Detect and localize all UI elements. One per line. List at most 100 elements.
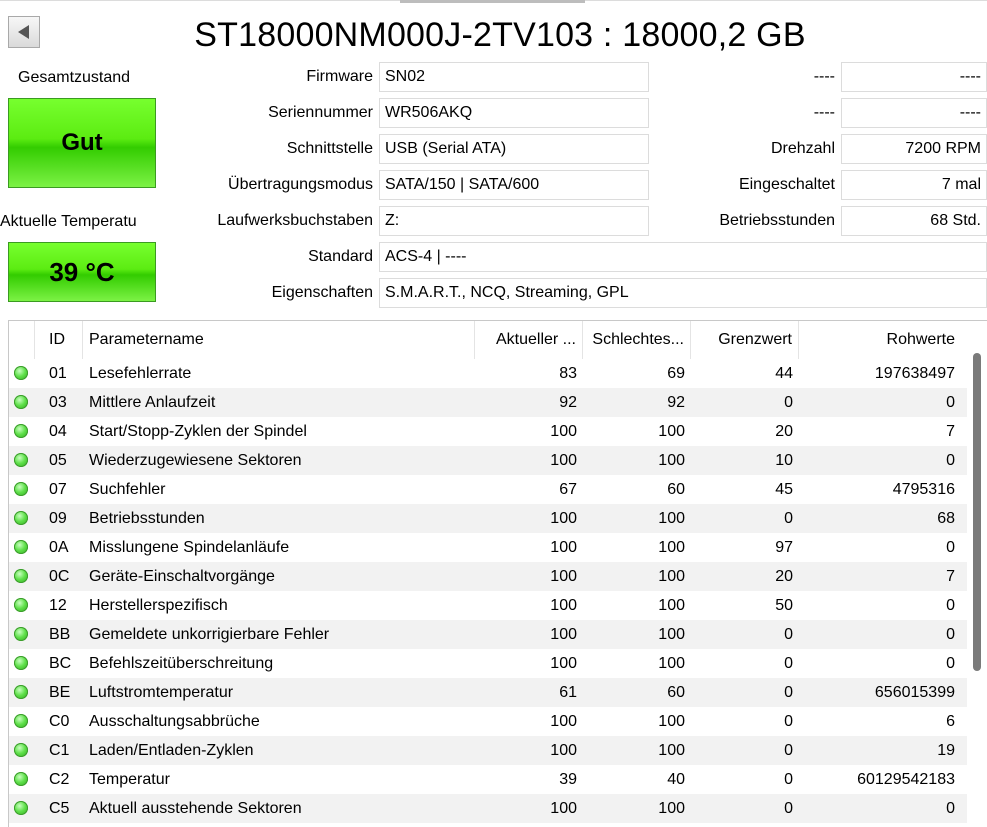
current-value: 67 <box>559 481 577 498</box>
transfer-mode-field: SATA/150 | SATA/600 <box>379 170 649 200</box>
attribute-id: 07 <box>49 481 67 498</box>
temperature-label: Aktuelle Temperatu <box>0 213 137 230</box>
current-value: 100 <box>550 655 577 672</box>
current-value: 100 <box>550 568 577 585</box>
raw-value: 656015399 <box>874 684 955 701</box>
worst-value: 60 <box>667 481 685 498</box>
temperature-badge[interactable]: 39 °C <box>8 242 156 302</box>
active-tab-indicator <box>400 0 585 3</box>
status-column-header[interactable] <box>9 321 35 359</box>
attribute-name: Ausschaltungsabbrüche <box>89 713 260 730</box>
scrollbar-thumb[interactable] <box>973 353 981 671</box>
health-status-badge[interactable]: Gut <box>8 98 156 188</box>
current-value: 100 <box>550 597 577 614</box>
attribute-name: Luftstromtemperatur <box>89 684 234 701</box>
table-row[interactable]: 03 Mittlere Anlaufzeit 92 92 0 0 <box>9 388 967 417</box>
threshold-value: 0 <box>784 800 793 817</box>
unknown-field-2: ---- <box>841 98 987 128</box>
raw-value: 0 <box>946 394 955 411</box>
rpm-field: 7200 RPM <box>841 134 987 164</box>
interface-label: Schnittstelle <box>286 140 373 157</box>
column-header-worst[interactable]: Schlechtes... <box>583 321 691 359</box>
table-row[interactable]: BB Gemeldete unkorrigierbare Fehler 100 100… <box>9 620 967 649</box>
worst-value: 100 <box>658 452 685 469</box>
smart-attributes-table[interactable]: ID Parametername Aktueller ... Schlechte… <box>8 320 987 827</box>
attribute-id: 05 <box>49 452 67 469</box>
attribute-name: Temperatur <box>89 771 170 788</box>
current-value: 100 <box>550 800 577 817</box>
current-value: 100 <box>550 539 577 556</box>
current-value: 92 <box>559 394 577 411</box>
interface-field: USB (Serial ATA) <box>379 134 649 164</box>
threshold-value: 50 <box>775 597 793 614</box>
table-body: 01 Lesefehlerrate 83 69 44 197638497 03 Mittler… <box>9 359 967 823</box>
worst-value: 69 <box>667 365 685 382</box>
threshold-value: 20 <box>775 423 793 440</box>
attribute-name: Wiederzugewiesene Sektoren <box>89 452 302 469</box>
column-header-threshold[interactable]: Grenzwert <box>691 321 799 359</box>
table-row[interactable]: 0A Misslungene Spindelanläufe 100 100 97 0 <box>9 533 967 562</box>
vertical-scrollbar[interactable] <box>967 321 987 827</box>
worst-value: 100 <box>658 539 685 556</box>
column-header-id[interactable]: ID <box>35 321 83 359</box>
table-row[interactable]: C2 Temperatur 39 40 0 60129542183 <box>9 765 967 794</box>
table-row[interactable]: BE Luftstromtemperatur 61 60 0 656015399 <box>9 678 967 707</box>
health-status-value: Gut <box>61 129 103 156</box>
attribute-name: Betriebsstunden <box>89 510 205 527</box>
power-on-count-label: Eingeschaltet <box>738 176 835 193</box>
column-header-name[interactable]: Parametername <box>83 321 475 359</box>
threshold-value: 0 <box>784 655 793 672</box>
power-on-hours-label: Betriebsstunden <box>719 212 835 229</box>
table-row[interactable]: BC Befehlszeitüberschreitung 100 100 0 0 <box>9 649 967 678</box>
current-value: 100 <box>550 423 577 440</box>
threshold-value: 0 <box>784 510 793 527</box>
standard-label: Standard <box>308 248 373 265</box>
attribute-id: 0C <box>49 568 70 585</box>
worst-value: 60 <box>667 684 685 701</box>
standard-field: ACS-4 | ---- <box>379 242 987 272</box>
column-header-current[interactable]: Aktueller ... <box>475 321 583 359</box>
table-row[interactable]: C5 Aktuell ausstehende Sektoren 100 100 0 0 <box>9 794 967 823</box>
threshold-value: 20 <box>775 568 793 585</box>
table-row[interactable]: 01 Lesefehlerrate 83 69 44 197638497 <box>9 359 967 388</box>
firmware-label: Firmware <box>306 68 373 85</box>
threshold-value: 10 <box>775 452 793 469</box>
attribute-name: Misslungene Spindelanläufe <box>89 539 290 556</box>
threshold-value: 0 <box>784 626 793 643</box>
attribute-id: BB <box>49 626 71 643</box>
threshold-value: 0 <box>784 742 793 759</box>
attribute-name: Herstellerspezifisch <box>89 597 228 614</box>
drive-title: ST18000NM000J-2TV103 : 18000,2 GB <box>194 16 806 54</box>
table-row[interactable]: 04 Start/Stopp-Zyklen der Spindel 100 100 20… <box>9 417 967 446</box>
attribute-name: Lesefehlerrate <box>89 365 192 382</box>
table-row[interactable]: 05 Wiederzugewiesene Sektoren 100 100 10 0 <box>9 446 967 475</box>
raw-value: 0 <box>946 452 955 469</box>
previous-drive-button[interactable] <box>8 16 40 48</box>
attribute-name: Geräte-Einschaltvorgänge <box>89 568 275 585</box>
table-row[interactable]: 0C Geräte-Einschaltvorgänge 100 100 20 7 <box>9 562 967 591</box>
current-value: 39 <box>559 771 577 788</box>
status-ok-icon <box>14 366 28 380</box>
status-ok-icon <box>14 395 28 409</box>
threshold-value: 97 <box>775 539 793 556</box>
attribute-id: C2 <box>49 771 70 788</box>
column-header-raw[interactable]: Rohwerte <box>799 321 961 359</box>
threshold-value: 44 <box>775 365 793 382</box>
worst-value: 100 <box>658 800 685 817</box>
worst-value: 40 <box>667 771 685 788</box>
table-row[interactable]: 07 Suchfehler 67 60 45 4795316 <box>9 475 967 504</box>
drive-letter-field: Z: <box>379 206 649 236</box>
health-label: Gesamtzustand <box>18 69 131 86</box>
worst-value: 92 <box>667 394 685 411</box>
table-row[interactable]: 12 Herstellerspezifisch 100 100 50 0 <box>9 591 967 620</box>
attribute-name: Befehlszeitüberschreitung <box>89 655 274 672</box>
table-row[interactable]: C1 Laden/Entladen-Zyklen 100 100 0 19 <box>9 736 967 765</box>
table-row[interactable]: 09 Betriebsstunden 100 100 0 68 <box>9 504 967 533</box>
attribute-id: 09 <box>49 510 67 527</box>
worst-value: 100 <box>658 713 685 730</box>
features-label: Eigenschaften <box>271 284 373 301</box>
threshold-value: 0 <box>784 771 793 788</box>
table-row[interactable]: C0 Ausschaltungsabbrüche 100 100 0 6 <box>9 707 967 736</box>
unknown-label-2: ---- <box>813 104 835 121</box>
status-ok-icon <box>14 424 28 438</box>
